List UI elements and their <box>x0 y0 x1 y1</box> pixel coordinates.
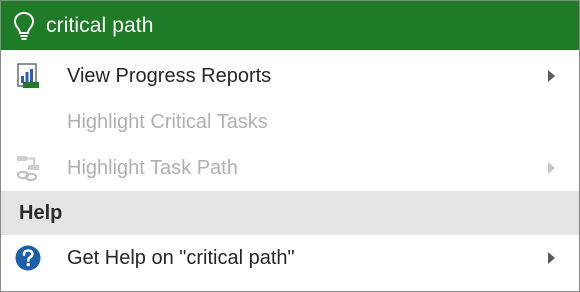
submenu-arrow-icon <box>547 251 557 265</box>
menu-item-label: Get Help on "critical path" <box>67 246 295 269</box>
menu-item-highlight-critical-tasks[interactable]: Highlight Critical Tasks <box>1 99 579 145</box>
lightbulb-icon <box>13 11 37 41</box>
menu-item-label: Highlight Critical Tasks <box>67 110 268 133</box>
menu-item-view-progress-reports[interactable]: View Progress Reports <box>1 53 579 99</box>
menu-item-get-help[interactable]: Get Help on "critical path" <box>1 235 579 281</box>
tell-me-dropdown-panel: critical path View Progress Reports High… <box>0 0 580 292</box>
menu-item-icon-placeholder <box>13 107 43 137</box>
submenu-arrow-icon <box>547 161 557 175</box>
tell-me-search-bar[interactable]: critical path <box>1 1 579 53</box>
menu-item-label: Highlight Task Path <box>67 156 238 179</box>
help-question-icon <box>13 243 43 273</box>
help-section-header: Help <box>1 191 579 235</box>
task-path-icon <box>13 153 43 183</box>
menu-item-label: View Progress Reports <box>67 64 272 87</box>
menu-item-highlight-task-path[interactable]: Highlight Task Path <box>1 145 579 191</box>
report-chart-icon <box>13 61 43 91</box>
submenu-arrow-icon <box>547 69 557 83</box>
search-query-text[interactable]: critical path <box>46 14 154 38</box>
